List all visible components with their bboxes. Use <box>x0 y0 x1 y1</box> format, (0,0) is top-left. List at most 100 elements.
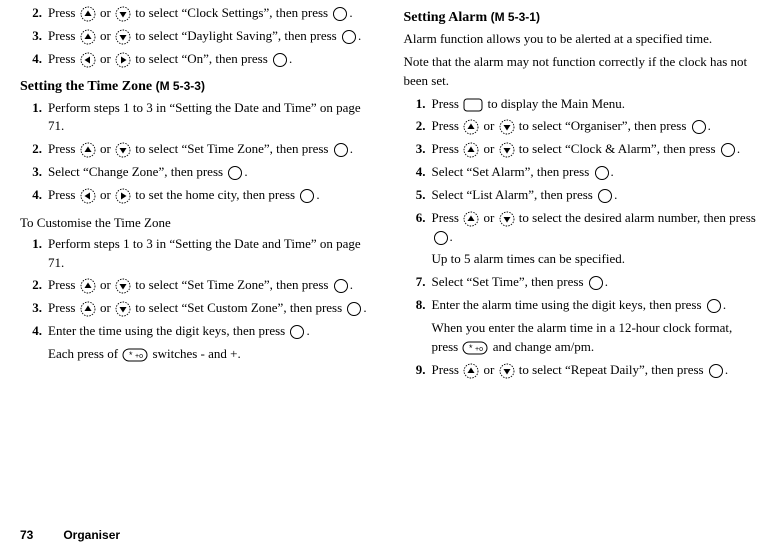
note-paragraph: Note that the alarm may not function cor… <box>404 53 758 91</box>
ok-icon <box>333 278 349 294</box>
step-text: Enter the time using the digit keys, the… <box>48 322 374 341</box>
ok-icon <box>333 142 349 158</box>
intro-paragraph: Alarm function allows you to be alerted … <box>404 30 758 49</box>
alarm-step: 5. Select “List Alarm”, then press . <box>404 186 758 205</box>
svg-text:+o: +o <box>135 353 143 360</box>
step-text: Press or to select “Repeat Daily”, then … <box>432 361 758 380</box>
step-number: 3. <box>20 299 48 318</box>
up-icon <box>80 6 96 22</box>
alarm-step: 3. Press or to select “Clock & Alarm”, t… <box>404 140 758 159</box>
ok-icon <box>433 230 449 246</box>
step-number: 4. <box>20 50 48 69</box>
down-icon <box>115 142 131 158</box>
step-text: Enter the alarm time using the digit key… <box>432 296 758 315</box>
step-number: 5. <box>404 186 432 205</box>
step-text: Select “Set Time”, then press . <box>432 273 758 292</box>
step-continuation: When you enter the alarm time in a 12-ho… <box>432 319 758 357</box>
up-icon <box>463 363 479 379</box>
right-column: Setting Alarm (M 5-3-1) Alarm function al… <box>404 0 758 520</box>
pre-step: 2. Press or to select “Clock Settings”, … <box>20 4 374 23</box>
step-number: 2. <box>20 4 48 23</box>
page-footer: 73 Organiser <box>0 520 777 542</box>
alarm-step: 4. Select “Set Alarm”, then press . <box>404 163 758 182</box>
step-number: 1. <box>404 95 432 114</box>
ok-icon <box>227 165 243 181</box>
up-icon <box>80 301 96 317</box>
custom-step: 2. Press or to select “Set Time Zone”, t… <box>20 276 374 295</box>
step-text: Press or to select “Clock Settings”, the… <box>48 4 374 23</box>
tz-step: 2. Press or to select “Set Time Zone”, t… <box>20 140 374 159</box>
down-icon <box>499 211 515 227</box>
menu-code: (M 5-3-3) <box>156 79 205 93</box>
down-icon <box>115 278 131 294</box>
step-text: Select “Change Zone”, then press . <box>48 163 374 182</box>
up-icon <box>463 211 479 227</box>
ok-icon <box>332 6 348 22</box>
step-number: 3. <box>20 163 48 182</box>
step-text: Press or to select “Set Time Zone”, then… <box>48 140 374 159</box>
step-number: 3. <box>404 140 432 159</box>
alarm-step: 2. Press or to select “Organiser”, then … <box>404 117 758 136</box>
ok-icon <box>272 52 288 68</box>
section-name: Organiser <box>63 528 120 542</box>
right-icon <box>115 188 131 204</box>
up-icon <box>80 29 96 45</box>
step-number: 7. <box>404 273 432 292</box>
up-icon <box>80 278 96 294</box>
step-text: Select “Set Alarm”, then press . <box>432 163 758 182</box>
custom-step: 1. Perform steps 1 to 3 in “Setting the … <box>20 235 374 273</box>
up-icon <box>80 142 96 158</box>
ok-icon <box>706 298 722 314</box>
step-number: 8. <box>404 296 432 315</box>
alarm-step: 1. Press to display the Main Menu. <box>404 95 758 114</box>
step-text: Perform steps 1 to 3 in “Setting the Dat… <box>48 99 374 137</box>
ok-icon <box>346 301 362 317</box>
left-icon <box>80 52 96 68</box>
step-continuation: Up to 5 alarm times can be specified. <box>432 250 758 269</box>
svg-text:*: * <box>129 350 133 360</box>
step-number: 2. <box>20 140 48 159</box>
step-text: Press or to set the home city, then pres… <box>48 186 374 205</box>
ok-icon <box>597 188 613 204</box>
heading-text: Setting Alarm <box>404 10 488 25</box>
left-icon <box>80 188 96 204</box>
down-icon <box>499 119 515 135</box>
ok-icon <box>588 275 604 291</box>
ok-icon <box>299 188 315 204</box>
ok-icon <box>289 324 305 340</box>
step-text: Press or to select “Organiser”, then pre… <box>432 117 758 136</box>
step-text: Press to display the Main Menu. <box>432 95 758 114</box>
ok-icon <box>341 29 357 45</box>
ok-icon <box>691 119 707 135</box>
step-text: Press or to select the desired alarm num… <box>432 209 758 247</box>
left-column: 2. Press or to select “Clock Settings”, … <box>20 0 374 520</box>
page-number: 73 <box>20 528 60 542</box>
heading-customise-zone: To Customise the Time Zone <box>20 215 374 231</box>
svg-text:+o: +o <box>475 346 483 353</box>
step-continuation: Each press of * +o switches - and +. <box>48 345 374 364</box>
heading-setting-alarm: Setting Alarm (M 5-3-1) <box>404 10 758 26</box>
down-icon <box>115 301 131 317</box>
step-text: Press or to select “Set Custom Zone”, th… <box>48 299 374 318</box>
step-number: 3. <box>20 27 48 46</box>
down-icon <box>115 29 131 45</box>
step-text: Press or to select “Clock & Alarm”, then… <box>432 140 758 159</box>
right-icon <box>115 52 131 68</box>
step-number: 9. <box>404 361 432 380</box>
star-key-icon: * +o <box>462 341 488 355</box>
step-text: Press or to select “Daylight Saving”, th… <box>48 27 374 46</box>
alarm-step: 9. Press or to select “Repeat Daily”, th… <box>404 361 758 380</box>
custom-step: 3. Press or to select “Set Custom Zone”,… <box>20 299 374 318</box>
star-key-icon: * +o <box>122 348 148 362</box>
menu-code: (M 5-3-1) <box>491 10 540 24</box>
step-text: Press or to select “Set Time Zone”, then… <box>48 276 374 295</box>
alarm-step: 8. Enter the alarm time using the digit … <box>404 296 758 315</box>
down-icon <box>115 6 131 22</box>
up-icon <box>463 119 479 135</box>
alarm-step: 7. Select “Set Time”, then press . <box>404 273 758 292</box>
ok-icon <box>708 363 724 379</box>
up-icon <box>463 142 479 158</box>
step-text: Perform steps 1 to 3 in “Setting the Dat… <box>48 235 374 273</box>
tz-step: 1. Perform steps 1 to 3 in “Setting the … <box>20 99 374 137</box>
down-icon <box>499 363 515 379</box>
